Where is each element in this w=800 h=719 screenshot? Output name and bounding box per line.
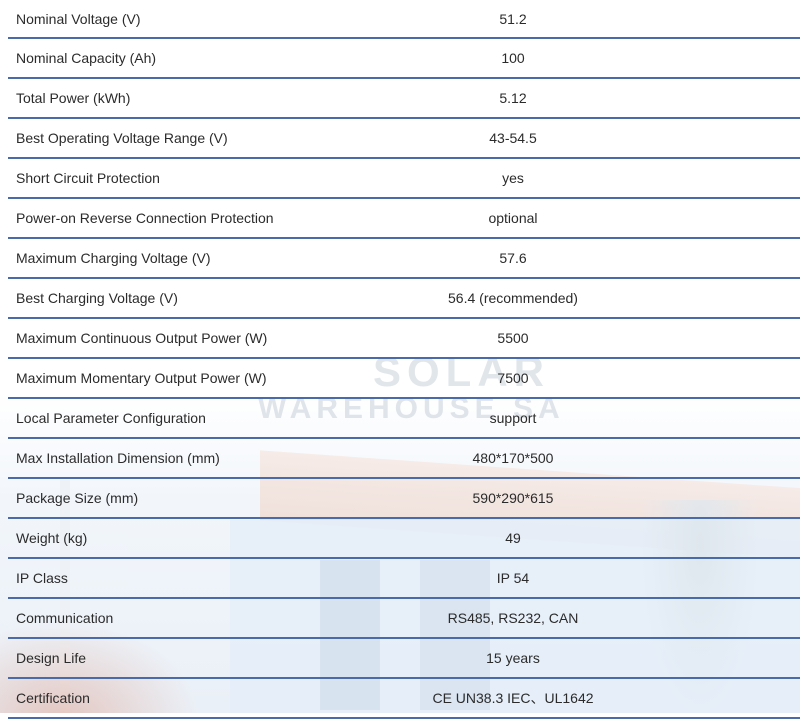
row-label: Total Power (kWh): [8, 78, 416, 119]
table-row: Weight (kg) 49: [8, 518, 800, 559]
spec-table-body: Nominal Voltage (V) 51.2 Nominal Capacity …: [8, 0, 800, 719]
row-label: Best Charging Voltage (V): [8, 278, 416, 319]
row-label: Best Operating Voltage Range (V): [8, 118, 416, 159]
table-row: Power-on Reverse Connection Protection op…: [8, 198, 800, 239]
row-value: 56.4 (recommended): [416, 278, 800, 319]
table-row: Best Operating Voltage Range (V) 43-54.5: [8, 118, 800, 159]
row-value: 7500: [416, 358, 800, 399]
row-label: IP Class: [8, 558, 416, 599]
row-label: Maximum Charging Voltage (V): [8, 238, 416, 279]
row-value: 49: [416, 518, 800, 559]
table-row: Max Installation Dimension (mm) 480*170*5…: [8, 438, 800, 479]
row-value: CE UN38.3 IEC、UL1642: [416, 678, 800, 719]
table-row: Certification CE UN38.3 IEC、UL1642: [8, 678, 800, 719]
table-row: Local Parameter Configuration support: [8, 398, 800, 439]
table-row: Maximum Charging Voltage (V) 57.6: [8, 238, 800, 279]
table-row: Design Life 15 years: [8, 638, 800, 679]
table-row: Package Size (mm) 590*290*615: [8, 478, 800, 519]
row-value: 590*290*615: [416, 478, 800, 519]
row-value: 43-54.5: [416, 118, 800, 159]
row-label: Weight (kg): [8, 518, 416, 559]
table-row: Maximum Momentary Output Power (W) 7500: [8, 358, 800, 399]
row-value: yes: [416, 158, 800, 199]
row-label: Max Installation Dimension (mm): [8, 438, 416, 479]
row-value: 15 years: [416, 638, 800, 679]
row-value: 5.12: [416, 78, 800, 119]
table-row: Communication RS485, RS232, CAN: [8, 598, 800, 639]
row-value: optional: [416, 198, 800, 239]
row-value: 5500: [416, 318, 800, 359]
row-label: Package Size (mm): [8, 478, 416, 519]
row-label: Nominal Capacity (Ah): [8, 38, 416, 79]
row-label: Local Parameter Configuration: [8, 398, 416, 439]
table-row: IP Class IP 54: [8, 558, 800, 599]
table-row: Maximum Continuous Output Power (W) 5500: [8, 318, 800, 359]
row-value: RS485, RS232, CAN: [416, 598, 800, 639]
table-row: Nominal Voltage (V) 51.2: [8, 0, 800, 39]
row-value: 480*170*500: [416, 438, 800, 479]
row-label: Nominal Voltage (V): [8, 0, 416, 39]
table-row: Nominal Capacity (Ah) 100: [8, 38, 800, 79]
table-row: Best Charging Voltage (V) 56.4 (recommend…: [8, 278, 800, 319]
row-value: 51.2: [416, 0, 800, 39]
row-value: support: [416, 398, 800, 439]
row-label: Certification: [8, 678, 416, 719]
row-label: Short Circuit Protection: [8, 158, 416, 199]
row-label: Design Life: [8, 638, 416, 679]
row-value: 57.6: [416, 238, 800, 279]
row-value: 100: [416, 38, 800, 79]
table-row: Short Circuit Protection yes: [8, 158, 800, 199]
row-label: Maximum Continuous Output Power (W): [8, 318, 416, 359]
row-label: Power-on Reverse Connection Protection: [8, 198, 416, 239]
spec-table: Nominal Voltage (V) 51.2 Nominal Capacity …: [8, 0, 800, 719]
row-label: Communication: [8, 598, 416, 639]
row-label: Maximum Momentary Output Power (W): [8, 358, 416, 399]
table-row: Total Power (kWh) 5.12: [8, 78, 800, 119]
row-value: IP 54: [416, 558, 800, 599]
